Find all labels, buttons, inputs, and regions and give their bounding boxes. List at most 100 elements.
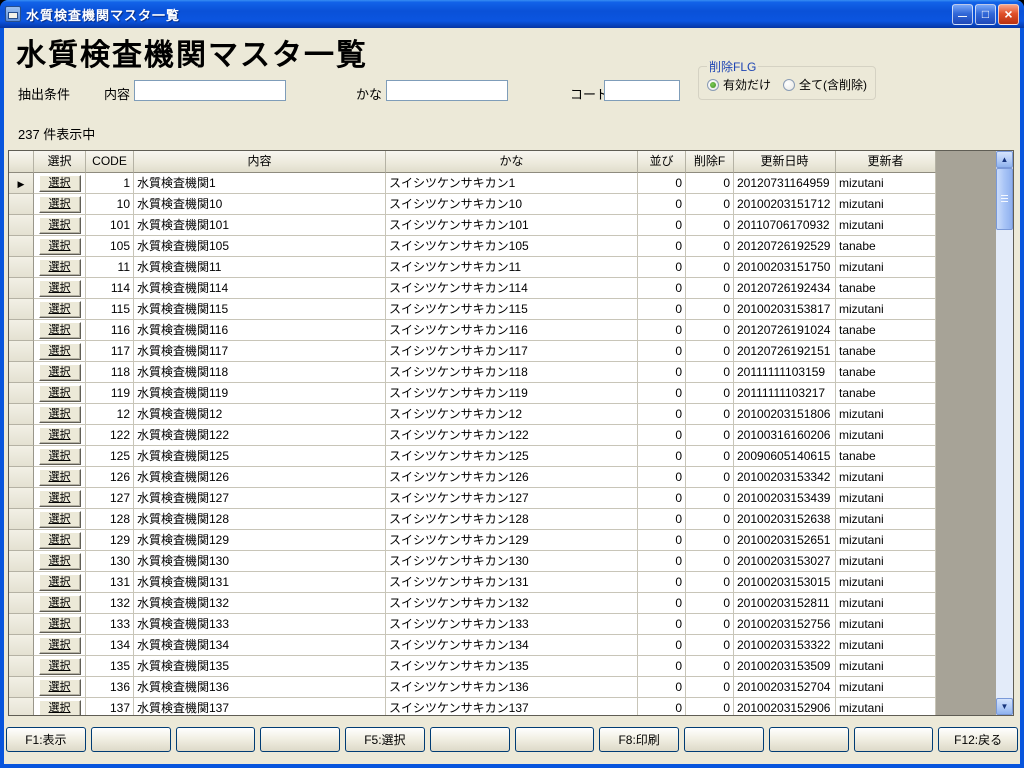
row-select-button[interactable]: 選択 bbox=[38, 447, 81, 465]
minimize-button[interactable]: — bbox=[952, 3, 973, 25]
row-selector-cell[interactable] bbox=[9, 572, 34, 593]
select-cell: 選択 bbox=[34, 194, 86, 215]
select-cell: 選択 bbox=[34, 656, 86, 677]
row-select-button[interactable]: 選択 bbox=[38, 300, 81, 318]
function-key-button-2[interactable] bbox=[90, 727, 171, 752]
function-key-button-4[interactable] bbox=[260, 727, 340, 752]
scrollbar-down-arrow-icon[interactable]: ▼ bbox=[996, 698, 1013, 715]
cell-kana: スイシツケンサキカン101 bbox=[386, 215, 638, 236]
row-select-button[interactable]: 選択 bbox=[38, 678, 81, 696]
radio-active-only[interactable]: 有効だけ bbox=[707, 76, 771, 93]
row-select-button[interactable]: 選択 bbox=[38, 531, 81, 549]
row-selector-cell[interactable] bbox=[9, 194, 34, 215]
row-selector-cell[interactable] bbox=[9, 488, 34, 509]
row-selector-cell[interactable] bbox=[9, 467, 34, 488]
row-select-button[interactable]: 選択 bbox=[38, 363, 81, 381]
row-select-button[interactable]: 選択 bbox=[38, 594, 81, 612]
row-selector-cell[interactable] bbox=[9, 362, 34, 383]
table-row: ▶ 選択 1 水質検査機関1 スイシツケンサキカン1 0 0 201207311… bbox=[9, 173, 936, 194]
row-selector-cell[interactable] bbox=[9, 215, 34, 236]
row-selector-cell[interactable] bbox=[9, 299, 34, 320]
cell-kana: スイシツケンサキカン114 bbox=[386, 278, 638, 299]
cell-kana: スイシツケンサキカン129 bbox=[386, 530, 638, 551]
function-key-button-11[interactable] bbox=[853, 727, 934, 752]
row-selector-cell[interactable] bbox=[9, 425, 34, 446]
row-select-button[interactable]: 選択 bbox=[38, 342, 81, 360]
row-selector-cell[interactable] bbox=[9, 614, 34, 635]
row-select-button[interactable]: 選択 bbox=[38, 615, 81, 633]
row-selector-cell[interactable] bbox=[9, 656, 34, 677]
row-select-button[interactable]: 選択 bbox=[38, 699, 81, 715]
cell-sakujo-f: 0 bbox=[686, 656, 734, 677]
row-selector-cell[interactable] bbox=[9, 530, 34, 551]
row-select-button[interactable]: 選択 bbox=[38, 237, 81, 255]
row-selector-cell[interactable] bbox=[9, 635, 34, 656]
row-selector-cell[interactable] bbox=[9, 341, 34, 362]
row-select-button[interactable]: 選択 bbox=[38, 216, 81, 234]
row-selector-cell[interactable] bbox=[9, 320, 34, 341]
cell-naiyo: 水質検査機関137 bbox=[134, 698, 386, 715]
function-key-button-8[interactable]: F8:印刷 bbox=[599, 727, 679, 752]
header-code: CODE bbox=[86, 151, 134, 173]
row-selector-cell[interactable] bbox=[9, 236, 34, 257]
cell-kana: スイシツケンサキカン132 bbox=[386, 593, 638, 614]
function-key-button-10[interactable] bbox=[768, 727, 849, 752]
row-select-button[interactable]: 選択 bbox=[38, 195, 81, 213]
row-select-button[interactable]: 選択 bbox=[38, 468, 81, 486]
close-button[interactable]: × bbox=[998, 3, 1019, 25]
row-select-button[interactable]: 選択 bbox=[38, 279, 81, 297]
row-select-button[interactable]: 選択 bbox=[38, 573, 81, 591]
cell-kana: スイシツケンサキカン127 bbox=[386, 488, 638, 509]
kana-filter-input[interactable] bbox=[386, 80, 508, 101]
row-select-button[interactable]: 選択 bbox=[38, 510, 81, 528]
row-select-button[interactable]: 選択 bbox=[38, 657, 81, 675]
select-cell: 選択 bbox=[34, 362, 86, 383]
function-key-button-12[interactable]: F12:戻る bbox=[938, 727, 1018, 752]
scrollbar-up-arrow-icon[interactable]: ▲ bbox=[996, 151, 1013, 168]
function-key-button-6[interactable] bbox=[429, 727, 510, 752]
row-select-button[interactable]: 選択 bbox=[38, 426, 81, 444]
row-selector-cell[interactable] bbox=[9, 677, 34, 698]
row-selector-cell[interactable]: ▶ bbox=[9, 173, 34, 194]
cell-naiyo: 水質検査機関116 bbox=[134, 320, 386, 341]
naiyo-filter-input[interactable] bbox=[134, 80, 286, 101]
select-cell: 選択 bbox=[34, 257, 86, 278]
cell-naiyo: 水質検査機関118 bbox=[134, 362, 386, 383]
cell-code: 116 bbox=[86, 320, 134, 341]
radio-include-deleted[interactable]: 全て(含削除) bbox=[783, 76, 867, 93]
function-key-button-3[interactable] bbox=[175, 727, 256, 752]
vertical-scrollbar[interactable]: ▲ ▼ bbox=[996, 151, 1013, 715]
row-selector-cell[interactable] bbox=[9, 383, 34, 404]
maximize-button[interactable]: □ bbox=[975, 3, 996, 25]
row-select-button[interactable]: 選択 bbox=[38, 552, 81, 570]
row-selector-cell[interactable] bbox=[9, 404, 34, 425]
cell-koshin-sha: mizutani bbox=[836, 677, 936, 698]
row-select-button[interactable]: 選択 bbox=[38, 384, 81, 402]
row-select-button[interactable]: 選択 bbox=[38, 174, 81, 192]
row-select-button[interactable]: 選択 bbox=[38, 489, 81, 507]
row-select-button[interactable]: 選択 bbox=[38, 636, 81, 654]
select-cell: 選択 bbox=[34, 446, 86, 467]
row-selector-cell[interactable] bbox=[9, 446, 34, 467]
function-key-button-1[interactable]: F1:表示 bbox=[6, 727, 86, 752]
cell-koshin-nichiji: 20120726192529 bbox=[734, 236, 836, 257]
table-row: 選択 126 水質検査機関126 スイシツケンサキカン126 0 0 20100… bbox=[9, 467, 936, 488]
row-selector-cell[interactable] bbox=[9, 509, 34, 530]
row-selector-cell[interactable] bbox=[9, 278, 34, 299]
function-key-button-5[interactable]: F5:選択 bbox=[345, 727, 425, 752]
scrollbar-thumb[interactable] bbox=[996, 168, 1013, 230]
row-selector-cell[interactable] bbox=[9, 257, 34, 278]
select-cell: 選択 bbox=[34, 677, 86, 698]
code-filter-input[interactable] bbox=[604, 80, 680, 101]
function-key-button-9[interactable] bbox=[684, 727, 764, 752]
cell-koshin-sha: mizutani bbox=[836, 593, 936, 614]
row-select-button[interactable]: 選択 bbox=[38, 321, 81, 339]
header-koshin-sha: 更新者 bbox=[836, 151, 936, 173]
function-key-button-7[interactable] bbox=[514, 727, 595, 752]
row-selector-cell[interactable] bbox=[9, 551, 34, 572]
row-select-button[interactable]: 選択 bbox=[38, 405, 81, 423]
row-selector-cell[interactable] bbox=[9, 698, 34, 715]
table-row: 選択 105 水質検査機関105 スイシツケンサキカン105 0 0 20120… bbox=[9, 236, 936, 257]
row-selector-cell[interactable] bbox=[9, 593, 34, 614]
row-select-button[interactable]: 選択 bbox=[38, 258, 81, 276]
